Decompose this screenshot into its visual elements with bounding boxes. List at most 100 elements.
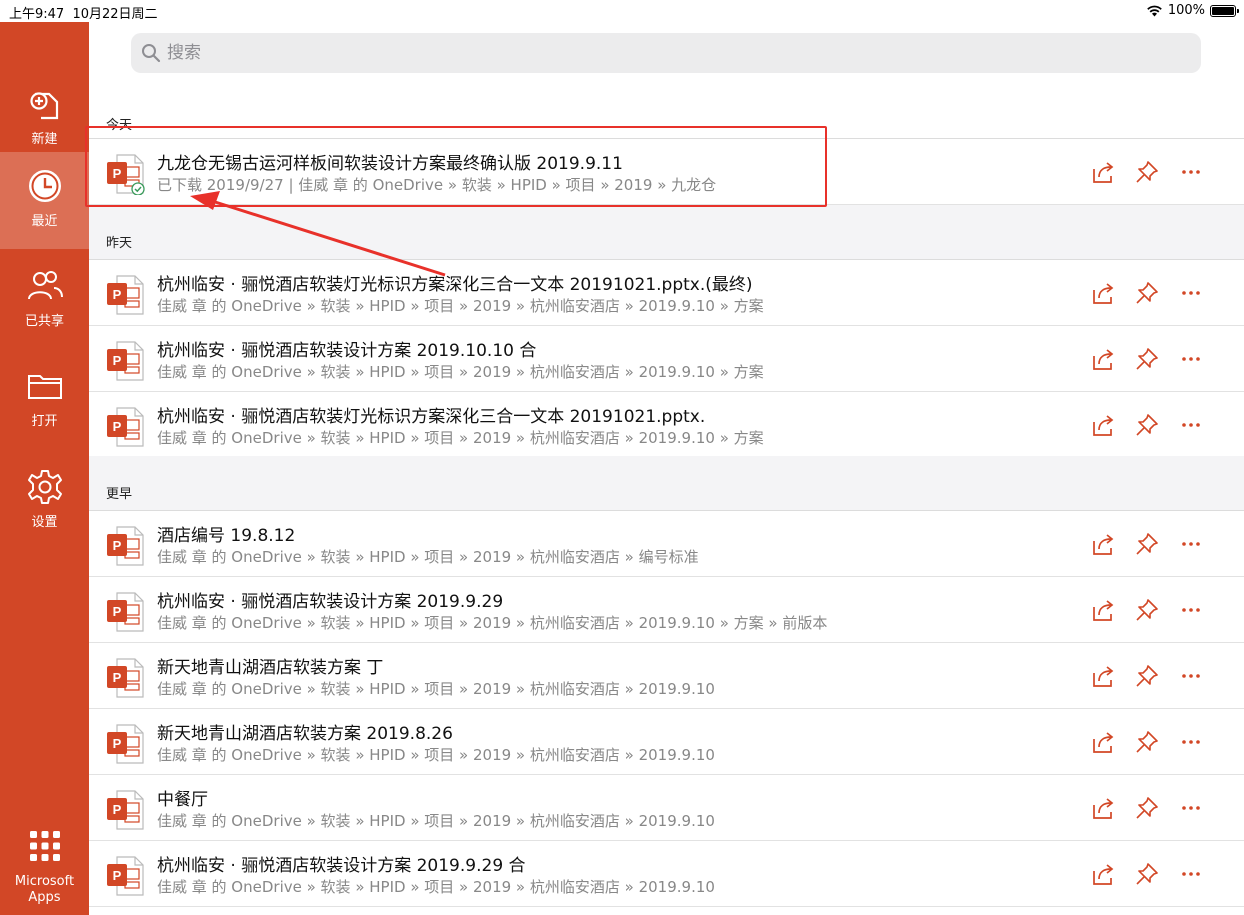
file-row[interactable]: P 新天地青山湖酒店软装方案 2019.8.26 佳威 章 的 OneDrive …: [89, 709, 1244, 775]
file-location: 佳威 章 的 OneDrive » 软装 » HPID » 项目 » 2019 …: [157, 363, 764, 381]
file-row[interactable]: P 杭州临安 · 骊悦酒店软装灯光标识方案深化三合一文本 20191021.pp…: [89, 260, 1244, 326]
new-document-icon: [29, 92, 58, 120]
file-title: 杭州临安 · 骊悦酒店软装设计方案 2019.9.29: [157, 592, 504, 612]
sidebar-item-shared[interactable]: 已共享: [0, 252, 89, 349]
search-icon: [142, 44, 161, 63]
file-location: 佳威 章 的 OneDrive » 软装 » HPID » 项目 » 2019 …: [157, 878, 715, 896]
file-title: 杭州临安 · 骊悦酒店软装灯光标识方案深化三合一文本 20191021.pptx…: [157, 275, 753, 295]
file-row[interactable]: P 新天地青山湖酒店软装方案 丁佳威 章 的 OneDrive » 软装 » H…: [89, 643, 1244, 709]
search-bar[interactable]: [131, 33, 1201, 73]
share-icon[interactable]: [1090, 159, 1116, 185]
sidebar-item-label: 已共享: [24, 314, 64, 329]
row-actions: [1090, 346, 1204, 372]
file-title: 杭州临安 · 骊悦酒店软装设计方案 2019.10.10 合: [157, 341, 537, 361]
more-options-icon[interactable]: [1178, 663, 1204, 689]
file-location: 佳威 章 的 OneDrive » 软装 » HPID » 项目 » 2019 …: [157, 429, 764, 447]
file-title: 杭州临安 · 骊悦酒店软装灯光标识方案深化三合一文本 20191021.pptx…: [157, 407, 706, 427]
sidebar-item-label: 打开: [31, 414, 58, 429]
folder-icon: [27, 375, 62, 399]
annotation-highlight-box: [85, 126, 827, 207]
powerpoint-file-icon: P: [107, 592, 144, 632]
file-location: 佳威 章 的 OneDrive » 软装 » HPID » 项目 » 2019 …: [157, 746, 715, 764]
sidebar-item-label: 新建: [31, 132, 58, 147]
pin-icon[interactable]: [1134, 159, 1160, 185]
section-header-earlier: 更早: [89, 456, 1244, 510]
svg-text:P: P: [113, 604, 122, 619]
share-icon[interactable]: [1090, 663, 1116, 689]
pin-icon[interactable]: [1134, 346, 1160, 372]
people-icon: [27, 271, 63, 300]
more-options-icon[interactable]: [1178, 159, 1204, 185]
more-options-icon[interactable]: [1178, 531, 1204, 557]
file-location: 佳威 章 的 OneDrive » 软装 » HPID » 项目 » 2019 …: [157, 812, 715, 830]
search-input[interactable]: [167, 43, 1067, 63]
row-actions: [1090, 159, 1204, 185]
share-icon[interactable]: [1090, 861, 1116, 887]
powerpoint-file-icon: P: [107, 526, 144, 566]
pin-icon[interactable]: [1134, 597, 1160, 623]
row-actions: [1090, 531, 1204, 557]
file-location: 佳威 章 的 OneDrive » 软装 » HPID » 项目 » 2019 …: [157, 614, 828, 632]
apps-grid-icon: [29, 831, 60, 861]
powerpoint-file-icon: P: [107, 856, 144, 896]
row-actions: [1090, 597, 1204, 623]
svg-text:P: P: [113, 802, 122, 817]
svg-text:P: P: [113, 736, 122, 751]
section-header-yesterday: 昨天: [89, 205, 1244, 259]
sidebar: 新建 最近 已共享 打开 设置 Microsoft Apps: [0, 22, 89, 915]
more-options-icon[interactable]: [1178, 346, 1204, 372]
svg-text:P: P: [113, 287, 122, 302]
more-options-icon[interactable]: [1178, 412, 1204, 438]
sidebar-item-label: Microsoft Apps: [14, 874, 75, 905]
more-options-icon[interactable]: [1178, 597, 1204, 623]
file-title: 新天地青山湖酒店软装方案 2019.8.26: [157, 724, 453, 744]
share-icon[interactable]: [1090, 795, 1116, 821]
share-icon[interactable]: [1090, 280, 1116, 306]
svg-text:P: P: [113, 353, 122, 368]
powerpoint-file-icon: P: [107, 658, 144, 698]
share-icon[interactable]: [1090, 346, 1116, 372]
more-options-icon[interactable]: [1178, 729, 1204, 755]
pin-icon[interactable]: [1134, 861, 1160, 887]
file-title: 杭州临安 · 骊悦酒店软装设计方案 2019.9.29 合: [157, 856, 526, 876]
sidebar-item-label: 最近: [31, 214, 58, 229]
pin-icon[interactable]: [1134, 280, 1160, 306]
file-row[interactable]: P 中餐厅佳威 章 的 OneDrive » 软装 » HPID » 项目 » …: [89, 775, 1244, 841]
powerpoint-file-icon: P: [107, 407, 144, 447]
sidebar-item-settings[interactable]: 设置: [0, 453, 89, 550]
sidebar-item-microsoft-apps[interactable]: Microsoft Apps: [0, 812, 89, 912]
pin-icon[interactable]: [1134, 663, 1160, 689]
file-location: 佳威 章 的 OneDrive » 软装 » HPID » 项目 » 2019 …: [157, 548, 699, 566]
share-icon[interactable]: [1090, 597, 1116, 623]
pin-icon[interactable]: [1134, 795, 1160, 821]
powerpoint-file-icon: P: [107, 275, 144, 315]
powerpoint-file-icon: P: [107, 724, 144, 764]
file-row[interactable]: P 酒店编号 19.8.12 佳威 章 的 OneDrive » 软装 » HPI…: [89, 511, 1244, 577]
share-icon[interactable]: [1090, 729, 1116, 755]
sidebar-item-recent[interactable]: 最近: [0, 152, 89, 249]
more-options-icon[interactable]: [1178, 861, 1204, 887]
row-actions: [1090, 861, 1204, 887]
file-location: 佳威 章 的 OneDrive » 软装 » HPID » 项目 » 2019 …: [157, 297, 764, 315]
pin-icon[interactable]: [1134, 531, 1160, 557]
pin-icon[interactable]: [1134, 412, 1160, 438]
row-actions: [1090, 795, 1204, 821]
sidebar-item-label: 设置: [31, 515, 58, 530]
sidebar-item-open[interactable]: 打开: [0, 352, 89, 449]
file-row[interactable]: P 杭州临安 · 骊悦酒店软装设计方案 2019.9.29 合佳威 章 的 On…: [89, 841, 1244, 907]
file-row[interactable]: P 杭州临安 · 骊悦酒店软装设计方案 2019.9.29 佳威 章 的 OneD…: [89, 577, 1244, 643]
more-options-icon[interactable]: [1178, 280, 1204, 306]
row-actions: [1090, 663, 1204, 689]
row-actions: [1090, 729, 1204, 755]
file-location: 佳威 章 的 OneDrive » 软装 » HPID » 项目 » 2019 …: [157, 680, 715, 698]
powerpoint-file-icon: P: [107, 790, 144, 830]
powerpoint-file-icon: P: [107, 341, 144, 381]
share-icon[interactable]: [1090, 531, 1116, 557]
file-row[interactable]: P 杭州临安 · 骊悦酒店软装设计方案 2019.10.10 合佳威 章 的 O…: [89, 326, 1244, 392]
svg-text:P: P: [113, 419, 122, 434]
more-options-icon[interactable]: [1178, 795, 1204, 821]
pin-icon[interactable]: [1134, 729, 1160, 755]
share-icon[interactable]: [1090, 412, 1116, 438]
file-row[interactable]: P 杭州临安 · 骊悦酒店软装灯光标识方案深化三合一文本 20191021.pp…: [89, 392, 1244, 458]
file-title: 中餐厅: [157, 790, 208, 810]
